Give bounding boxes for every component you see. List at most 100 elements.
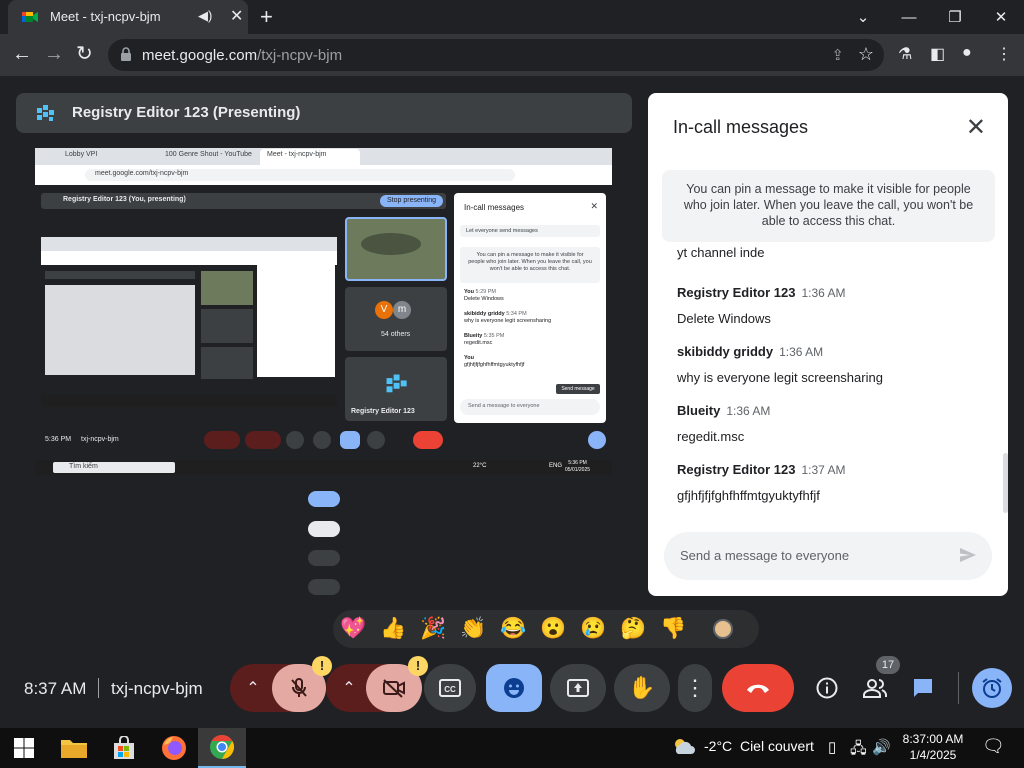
- chat-bubble-icon: [914, 679, 932, 697]
- camera-control-group: ⌃ !: [326, 656, 428, 712]
- skin-tone-button[interactable]: [713, 619, 733, 639]
- cloudy-weather-icon: [675, 739, 695, 754]
- shared-screen[interactable]: Lobby VPI 100 Genre Shout - YouTube Meet…: [35, 148, 612, 475]
- address-bar[interactable]: meet.google.com/txj-ncpv-bjm ⇪ ☆: [108, 39, 884, 71]
- reactions-button[interactable]: [486, 664, 542, 712]
- people-count-badge: 17: [876, 656, 900, 674]
- stray-pill: [308, 521, 340, 537]
- inner-code: txj-ncpv-bjm: [81, 436, 119, 443]
- thumbs-up-emoji-button[interactable]: 👍: [380, 616, 406, 642]
- more-vert-icon: ⋮: [684, 675, 706, 700]
- thinking-emoji-button[interactable]: 🤔: [620, 616, 646, 642]
- chat-message: Registry Editor 123 1:37 AM gfjhfjfjfghfh…: [677, 461, 846, 503]
- chat-input[interactable]: Send a message to everyone: [664, 532, 992, 580]
- meeting-clock: 8:37 AM: [24, 679, 87, 698]
- message-time: 1:36 AM: [779, 345, 824, 359]
- volume-icon[interactable]: 🔊: [872, 738, 891, 756]
- svg-text:CC: CC: [444, 685, 456, 694]
- tab-title: Meet - txj-ncpv-bjm: [50, 9, 161, 24]
- lock-icon: [121, 47, 131, 61]
- camera-off-button[interactable]: !: [366, 656, 428, 712]
- chevron-up-icon[interactable]: ⌃: [230, 678, 276, 698]
- hand-icon: ✋: [628, 675, 656, 700]
- leave-call-button[interactable]: [722, 664, 794, 712]
- file-explorer-button[interactable]: [50, 728, 98, 768]
- stray-pill: [308, 550, 340, 566]
- side-panel-icon[interactable]: ◧: [930, 44, 945, 64]
- surprised-emoji-button[interactable]: 😮: [540, 616, 566, 642]
- party-popper-emoji-button[interactable]: 🎉: [420, 616, 446, 642]
- inner-clock: 5:36 PM: [45, 436, 72, 443]
- warning-badge: !: [312, 656, 332, 676]
- close-icon[interactable]: ✕: [966, 113, 986, 142]
- inner-chat-toggle: Let everyone send messages: [466, 228, 538, 234]
- weather-text: -2°C Ciel couvert: [704, 738, 814, 754]
- inner-tab: 100 Genre Shout - YouTube: [165, 151, 252, 158]
- inner-taskbar: Tìm kiếm 22°C ENG 5:36 PM 05/01/2025: [35, 460, 612, 475]
- firefox-button[interactable]: [150, 728, 198, 768]
- store-bag-icon: [114, 736, 134, 759]
- inner-chat-input: Send a message to everyone: [468, 403, 540, 409]
- notifications-icon[interactable]: 🗨: [982, 736, 1005, 757]
- present-screen-icon: [567, 679, 589, 697]
- send-icon[interactable]: [958, 545, 978, 565]
- minimize-icon[interactable]: —: [886, 0, 932, 34]
- bookmark-star-icon[interactable]: ☆: [858, 44, 874, 65]
- store-button[interactable]: [100, 728, 148, 768]
- emoji-smile-icon: [504, 678, 524, 698]
- message-text: gfjhfjfjfghfhffmtgyuktyfhfjf: [677, 488, 820, 503]
- labs-flask-icon[interactable]: ⚗: [898, 44, 912, 64]
- closed-captions-icon: CC: [439, 679, 461, 697]
- registry-editor-icon: [37, 105, 54, 121]
- inner-url: meet.google.com/txj-ncpv-bjm: [95, 170, 189, 177]
- speaker-icon[interactable]: ◀): [198, 8, 212, 24]
- profile-icon[interactable]: ●: [962, 44, 972, 62]
- menu-kebab-icon[interactable]: ⋮: [996, 44, 1012, 64]
- weather-widget[interactable]: -2°C Ciel couvert: [670, 736, 814, 756]
- chat-info-box: You can pin a message to make it visible…: [662, 170, 995, 242]
- inner-chat-messages: You 5:29 PM Delete Windows skibiddy gridd…: [464, 289, 552, 368]
- back-arrow-icon[interactable]: ←: [12, 43, 32, 65]
- message-text: Delete Windows: [677, 311, 771, 326]
- windows-logo-icon: [14, 738, 34, 758]
- captions-button[interactable]: CC: [424, 664, 476, 712]
- share-icon[interactable]: ⇪: [831, 46, 844, 64]
- meeting-controls-bar: 8:37 AM txj-ncpv-bjm ⌃ ! ⌃ ! CC ✋ ⋮ 17: [0, 652, 1024, 728]
- inner-present-label: Registry Editor 123 (You, presenting): [63, 196, 186, 203]
- inner-stop-button: Stop presenting: [387, 197, 437, 204]
- laughing-emoji-button[interactable]: 😂: [500, 616, 526, 642]
- chat-button[interactable]: [906, 664, 940, 712]
- tab-search-icon[interactable]: ⌄: [840, 0, 886, 34]
- tray-clock[interactable]: 8:37:00 AM 1/4/2025: [900, 731, 966, 763]
- clapping-emoji-button[interactable]: 👏: [460, 616, 486, 642]
- network-icon[interactable]: 🖧: [850, 738, 867, 763]
- message-sender: skibiddy griddy: [677, 344, 774, 359]
- more-options-button[interactable]: ⋮: [678, 664, 712, 712]
- restore-icon[interactable]: ❐: [932, 0, 978, 34]
- inner-tab: Lobby VPI: [65, 151, 98, 158]
- close-icon: ✕: [590, 201, 598, 211]
- forward-arrow-icon[interactable]: →: [44, 43, 64, 65]
- present-now-button[interactable]: [550, 664, 606, 712]
- close-tab-icon[interactable]: ✕: [230, 6, 243, 26]
- mic-off-button[interactable]: !: [272, 656, 332, 712]
- new-tab-icon[interactable]: +: [260, 4, 273, 30]
- start-button[interactable]: [0, 728, 48, 768]
- window-close-icon[interactable]: ✕: [978, 0, 1024, 34]
- folder-icon: [61, 740, 87, 758]
- sparkling-heart-emoji-button[interactable]: 💖: [340, 616, 366, 642]
- meeting-info-button[interactable]: [810, 664, 844, 712]
- reload-icon[interactable]: ↻: [76, 43, 93, 65]
- activities-button[interactable]: [972, 668, 1012, 708]
- chrome-button[interactable]: [198, 728, 246, 768]
- usb-device-icon[interactable]: ▯: [828, 738, 836, 756]
- browser-tab-meet[interactable]: Meet - txj-ncpv-bjm ◀) ✕: [8, 0, 248, 34]
- tray-date: 1/4/2025: [909, 748, 957, 762]
- chat-message-partial: yt channel inde: [677, 245, 765, 260]
- chat-scrollbar[interactable]: [1003, 453, 1008, 513]
- avatar: V: [375, 301, 393, 319]
- sad-emoji-button[interactable]: 😢: [580, 616, 606, 642]
- inner-chat-info: You can pin a message to make it visible…: [460, 247, 600, 283]
- thumbs-down-emoji-button[interactable]: 👎: [660, 616, 686, 642]
- raise-hand-button[interactable]: ✋: [614, 664, 670, 712]
